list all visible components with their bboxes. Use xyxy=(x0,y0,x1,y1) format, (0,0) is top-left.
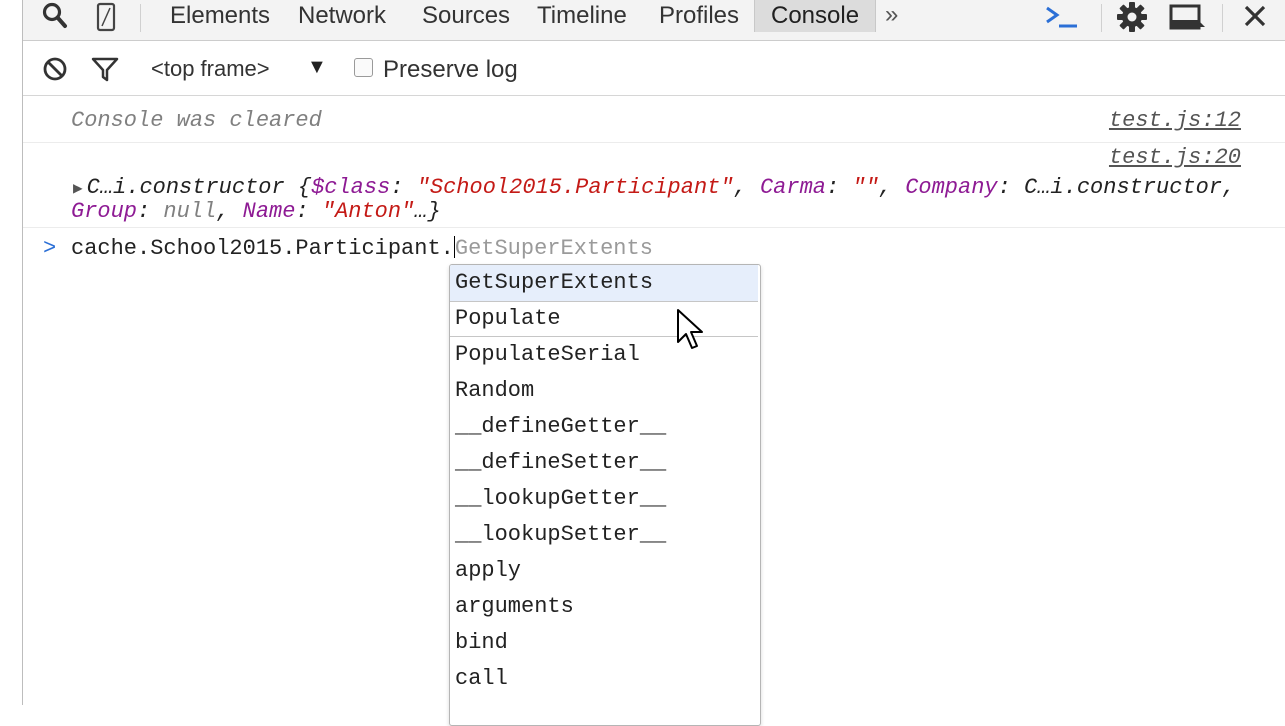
mouse-pointer-icon xyxy=(677,309,703,349)
console-message: test.js:20 ▶ C…i.constructor {$class: "Sc… xyxy=(23,143,1285,228)
autocomplete-item[interactable]: bind xyxy=(450,625,758,661)
console-prompt-input[interactable]: cache.School2015.Participant.GetSuperExt… xyxy=(71,236,653,261)
clear-console-icon[interactable] xyxy=(42,56,68,82)
autocomplete-item[interactable]: Random xyxy=(450,373,758,409)
tab-timeline[interactable]: Timeline xyxy=(537,0,627,32)
device-mode-icon[interactable] xyxy=(96,2,116,32)
object-key: Carma xyxy=(759,175,826,200)
autocomplete-item[interactable]: __lookupSetter__ xyxy=(450,517,758,553)
prompt-caret-icon: > xyxy=(43,236,57,261)
tab-console[interactable]: Console xyxy=(754,0,877,32)
gear-icon[interactable] xyxy=(1116,1,1148,33)
preserve-log-checkbox[interactable] xyxy=(354,58,373,77)
object-value: "School2015.Participant" xyxy=(416,175,734,200)
autocomplete-item[interactable]: __lookupGetter__ xyxy=(450,481,758,517)
console-toolbar: <top frame> ▼ Preserve log xyxy=(23,41,1285,96)
object-preview-line-2[interactable]: Group: null, Name: "Anton"…} xyxy=(71,199,441,224)
autocomplete-list: GetSuperExtents Populate PopulateSerial Ran… xyxy=(449,264,761,726)
object-value: "" xyxy=(852,175,879,200)
object-preview-line-1[interactable]: ▶ C…i.constructor {$class: "School2015.Pa… xyxy=(73,175,1235,200)
autocomplete-item[interactable]: __defineSetter__ xyxy=(450,445,758,481)
dock-side-icon[interactable] xyxy=(1169,3,1207,31)
tab-separator xyxy=(140,4,141,32)
object-key: Company xyxy=(905,175,998,200)
autocomplete-item[interactable]: arguments xyxy=(450,589,758,625)
toolbar-separator xyxy=(1101,4,1102,32)
tab-network[interactable]: Network xyxy=(298,0,386,32)
autocomplete-item[interactable]: Populate xyxy=(450,301,758,337)
autocomplete-item[interactable]: call xyxy=(450,661,758,697)
console-message: Console was cleared test.js:12 xyxy=(23,96,1285,143)
toolbar-separator xyxy=(1222,4,1223,32)
tab-sources[interactable]: Sources xyxy=(422,0,510,32)
object-key: Group xyxy=(71,199,138,224)
object-suffix: …} xyxy=(414,199,441,224)
object-value: "Anton" xyxy=(321,199,415,224)
object-key: $class xyxy=(311,175,391,200)
more-tabs-button[interactable]: » xyxy=(885,0,898,30)
frame-selector[interactable]: <top frame> xyxy=(151,56,270,82)
search-icon[interactable] xyxy=(42,2,68,30)
frame-dropdown-arrow[interactable]: ▼ xyxy=(307,56,327,79)
autocomplete-item[interactable]: GetSuperExtents xyxy=(450,265,758,301)
prompt-ghost-completion: GetSuperExtents xyxy=(454,236,653,261)
object-prefix: C…i.constructor { xyxy=(86,175,312,200)
object-key: Name xyxy=(242,199,296,224)
source-link[interactable]: test.js:12 xyxy=(1109,108,1241,133)
source-link[interactable]: test.js:20 xyxy=(1109,145,1241,170)
object-value: null xyxy=(163,199,217,224)
object-value: C…i.constructor xyxy=(1024,175,1223,200)
console-cleared-text: Console was cleared xyxy=(71,108,322,133)
expand-triangle-icon[interactable]: ▶ xyxy=(73,180,83,198)
devtools-tab-bar: Elements Network Sources Timeline Profil… xyxy=(23,0,1285,41)
tab-elements[interactable]: Elements xyxy=(170,0,270,32)
autocomplete-item[interactable]: apply xyxy=(450,553,758,589)
autocomplete-item[interactable]: __defineGetter__ xyxy=(450,409,758,445)
prompt-typed-text: cache.School2015.Participant. xyxy=(71,236,454,261)
console-drawer-icon[interactable] xyxy=(1043,4,1079,30)
autocomplete-item[interactable]: PopulateSerial xyxy=(450,337,758,373)
preserve-log-label[interactable]: Preserve log xyxy=(383,56,518,84)
filter-icon[interactable] xyxy=(90,56,120,84)
close-icon[interactable] xyxy=(1241,3,1269,29)
tab-profiles[interactable]: Profiles xyxy=(659,0,739,32)
